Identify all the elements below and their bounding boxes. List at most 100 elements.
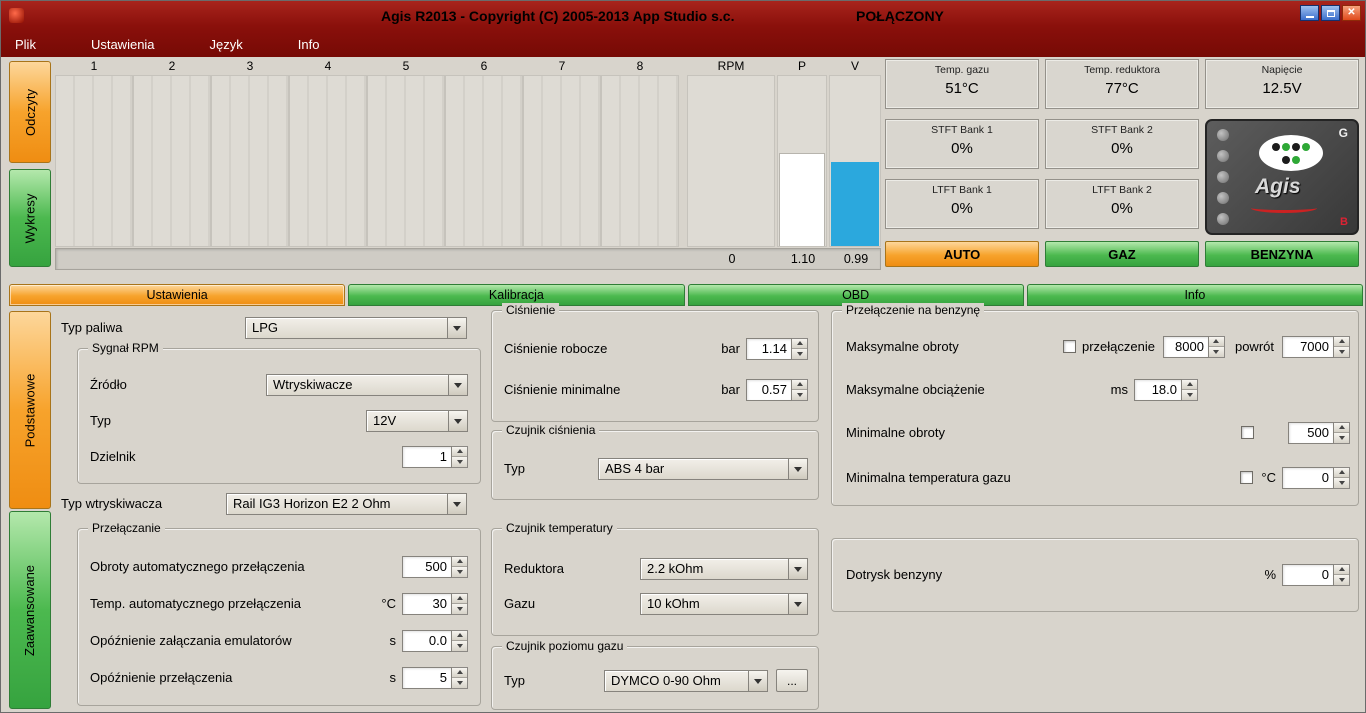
- dotrysk-label: Dotrysk benzyny: [846, 567, 942, 582]
- tab-zaawansowane[interactable]: Zaawansowane: [9, 511, 51, 709]
- spin-down-icon[interactable]: [1334, 575, 1349, 585]
- poziom-more-button[interactable]: ...: [776, 669, 808, 692]
- spin-up-icon[interactable]: [452, 631, 467, 642]
- auto-button[interactable]: AUTO: [885, 241, 1039, 267]
- tab-podstawowe[interactable]: Podstawowe: [9, 311, 51, 509]
- typ-paliwa-row: Typ paliwa LPG: [61, 316, 467, 339]
- opoznienie-przelaczenia-input[interactable]: [402, 667, 452, 689]
- tab-odczyty[interactable]: Odczyty: [9, 61, 51, 163]
- logo-dot-icon: [1282, 143, 1290, 151]
- chevron-down-icon[interactable]: [788, 459, 807, 479]
- spin-up-icon[interactable]: [452, 594, 467, 605]
- menu-plik[interactable]: Plik: [15, 37, 36, 52]
- spin-up-icon[interactable]: [1182, 380, 1197, 391]
- spinner[interactable]: [452, 630, 468, 652]
- spin-up-icon[interactable]: [452, 668, 467, 679]
- spinner[interactable]: [452, 667, 468, 689]
- maks-obciazenie-input[interactable]: [1134, 379, 1182, 401]
- zrodlo-select[interactable]: Wtryskiwacze: [266, 374, 468, 396]
- chevron-down-icon[interactable]: [788, 594, 807, 614]
- spin-up-icon[interactable]: [792, 339, 807, 350]
- close-button[interactable]: ✕: [1342, 5, 1361, 21]
- header: Agis R2013 - Copyright (C) 2005-2013 App…: [1, 1, 1365, 57]
- unit-label: °C: [381, 596, 396, 611]
- spin-up-icon[interactable]: [1209, 337, 1224, 348]
- field-label: Typ: [504, 461, 525, 476]
- spinner[interactable]: [452, 593, 468, 615]
- tab-info[interactable]: Info: [1027, 284, 1363, 306]
- benzyna-button[interactable]: BENZYNA: [1205, 241, 1359, 267]
- spin-up-icon[interactable]: [792, 380, 807, 391]
- chevron-down-icon[interactable]: [447, 318, 466, 338]
- min-obroty-checkbox[interactable]: [1241, 426, 1254, 439]
- typ-wtryskiwacza-select[interactable]: Rail IG3 Horizon E2 2 Ohm: [226, 493, 467, 515]
- spin-down-icon[interactable]: [1334, 347, 1349, 357]
- spinner[interactable]: [1334, 422, 1350, 444]
- chevron-down-icon[interactable]: [447, 494, 466, 514]
- spin-up-icon[interactable]: [1334, 468, 1349, 479]
- dotrysk-input[interactable]: [1282, 564, 1334, 586]
- restore-button[interactable]: [1321, 5, 1340, 21]
- spin-down-icon[interactable]: [1182, 390, 1197, 400]
- spinner[interactable]: [1334, 336, 1350, 358]
- spinner[interactable]: [1182, 379, 1198, 401]
- menu-ustawienia[interactable]: Ustawienia: [91, 37, 155, 52]
- dzielnik-input[interactable]: [402, 446, 452, 468]
- rpm-typ-select[interactable]: 12V: [366, 410, 468, 432]
- unit-label: s: [390, 633, 397, 648]
- chevron-down-icon[interactable]: [448, 375, 467, 395]
- tab-ustawienia[interactable]: Ustawienia: [9, 284, 345, 306]
- gazu-row: Gazu 10 kOhm: [492, 592, 818, 615]
- spinner[interactable]: [792, 338, 808, 360]
- chevron-down-icon[interactable]: [788, 559, 807, 579]
- gaz-button[interactable]: GAZ: [1045, 241, 1199, 267]
- cisnienie-robocze-input[interactable]: [746, 338, 792, 360]
- typ-paliwa-select[interactable]: LPG: [245, 317, 467, 339]
- menu-info[interactable]: Info: [298, 37, 320, 52]
- menu-jezyk[interactable]: Język: [210, 37, 243, 52]
- dzielnik-spinner[interactable]: [452, 446, 468, 468]
- spin-down-icon[interactable]: [792, 390, 807, 400]
- spinner[interactable]: [1209, 336, 1225, 358]
- cisnienie-minimalne-input[interactable]: [746, 379, 792, 401]
- spin-up-icon[interactable]: [452, 447, 467, 458]
- min-temp-input[interactable]: [1282, 467, 1334, 489]
- przelaczenie-checkbox[interactable]: [1063, 340, 1076, 353]
- spin-down-icon[interactable]: [1334, 478, 1349, 488]
- chevron-down-icon[interactable]: [448, 411, 467, 431]
- spin-up-icon[interactable]: [1334, 337, 1349, 348]
- chevron-down-icon[interactable]: [748, 671, 767, 691]
- spin-down-icon[interactable]: [452, 457, 467, 467]
- minimize-button[interactable]: [1300, 5, 1319, 21]
- maks-obroty-input[interactable]: [1163, 336, 1209, 358]
- min-temp-checkbox[interactable]: [1240, 471, 1253, 484]
- spin-down-icon[interactable]: [452, 604, 467, 614]
- cisnienie-minimalne-row: Ciśnienie minimalne bar: [492, 378, 818, 401]
- spin-down-icon[interactable]: [452, 678, 467, 688]
- min-obroty-input[interactable]: [1288, 422, 1334, 444]
- spin-down-icon[interactable]: [452, 641, 467, 651]
- czujnik-cisnienia-select[interactable]: ABS 4 bar: [598, 458, 808, 480]
- spinner[interactable]: [1334, 564, 1350, 586]
- tab-wykresy[interactable]: Wykresy: [9, 169, 51, 267]
- poziom-select[interactable]: DYMCO 0-90 Ohm: [604, 670, 768, 692]
- obroty-przelaczenia-input[interactable]: [402, 556, 452, 578]
- tab-label: Ustawienia: [147, 288, 208, 302]
- powrot-input[interactable]: [1282, 336, 1334, 358]
- temp-przelaczenia-input[interactable]: [402, 593, 452, 615]
- spinner[interactable]: [452, 556, 468, 578]
- reduktora-select[interactable]: 2.2 kOhm: [640, 558, 808, 580]
- spin-down-icon[interactable]: [452, 567, 467, 577]
- spinner[interactable]: [792, 379, 808, 401]
- spin-down-icon[interactable]: [1334, 433, 1349, 443]
- spin-down-icon[interactable]: [1209, 347, 1224, 357]
- gazu-select[interactable]: 10 kOhm: [640, 593, 808, 615]
- channel-7-label: 7: [523, 59, 601, 75]
- spin-up-icon[interactable]: [1334, 423, 1349, 434]
- spin-down-icon[interactable]: [792, 349, 807, 359]
- typ-wtryskiwacza-value: Rail IG3 Horizon E2 2 Ohm: [227, 496, 447, 511]
- spinner[interactable]: [1334, 467, 1350, 489]
- spin-up-icon[interactable]: [452, 557, 467, 568]
- opoznienie-emulatorow-input[interactable]: [402, 630, 452, 652]
- spin-up-icon[interactable]: [1334, 565, 1349, 576]
